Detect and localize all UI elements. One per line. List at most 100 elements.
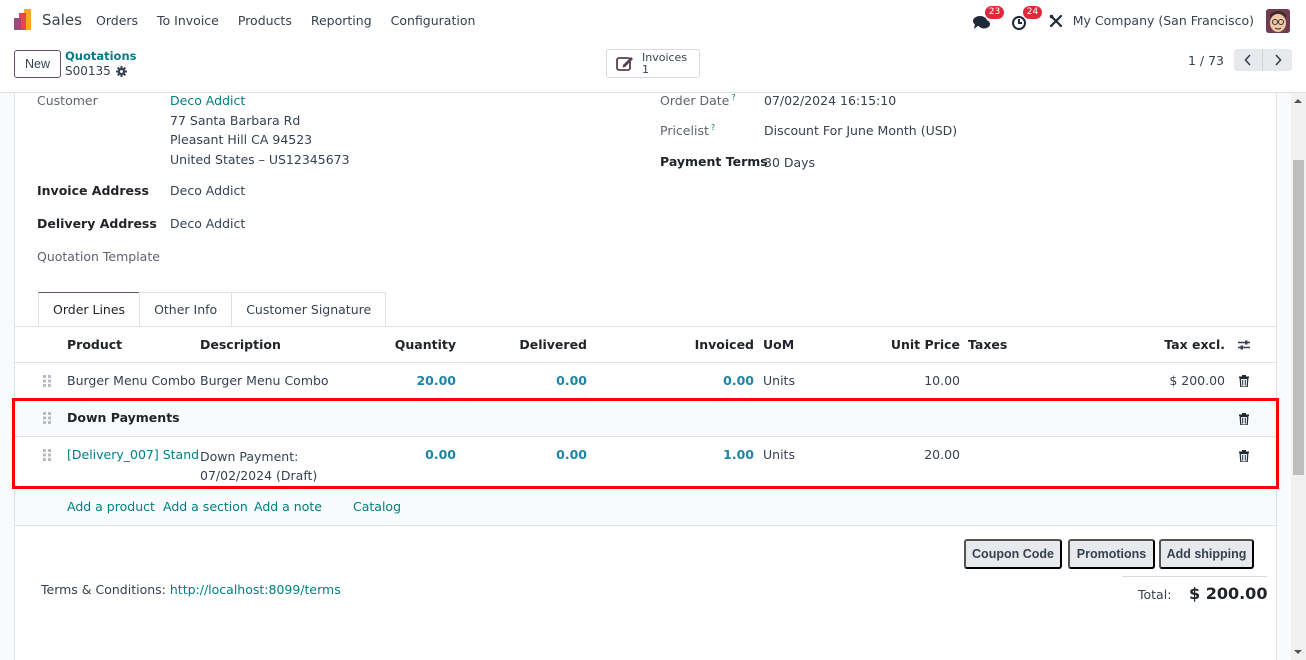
coupon-code-button[interactable]: Coupon Code	[964, 539, 1062, 569]
add-shipping-button[interactable]: Add shipping	[1159, 539, 1254, 569]
col-invoiced[interactable]: Invoiced	[654, 337, 754, 352]
user-avatar[interactable]	[1266, 8, 1290, 33]
smart-button-count: 1	[642, 62, 649, 76]
down-payment-row[interactable]: [Delivery_007] Standar Down Payment: 07/…	[15, 438, 1276, 490]
systray: 23 24 My Company (San Francisco)	[972, 0, 1306, 41]
delete-row-icon[interactable]	[1239, 375, 1249, 387]
gear-icon[interactable]	[115, 65, 127, 77]
sales-app-icon[interactable]	[13, 9, 33, 31]
cell-description[interactable]: Burger Menu Combo	[200, 373, 329, 388]
delete-row-icon[interactable]	[1239, 450, 1249, 462]
promotions-button[interactable]: Promotions	[1068, 539, 1155, 569]
drag-handle-icon[interactable]	[43, 375, 52, 387]
add-section-link[interactable]: Add a section	[163, 499, 248, 514]
scroll-down-icon[interactable]	[1294, 650, 1302, 654]
cell-quantity[interactable]: 20.00	[356, 373, 456, 388]
menu-configuration[interactable]: Configuration	[391, 13, 476, 28]
col-description[interactable]: Description	[200, 337, 281, 352]
cell-unit-price[interactable]: 10.00	[860, 373, 960, 388]
pricelist-label: Pricelist?	[660, 123, 716, 139]
invoice-address-label: Invoice Address	[37, 183, 149, 198]
order-date-field[interactable]: 07/02/2024 16:15:10	[764, 91, 896, 111]
menu-reporting[interactable]: Reporting	[311, 13, 372, 28]
app-name[interactable]: Sales	[42, 11, 82, 29]
col-product[interactable]: Product	[67, 337, 122, 352]
scrollbar[interactable]	[1291, 93, 1306, 660]
breadcrumb-quotations[interactable]: Quotations	[65, 49, 137, 63]
drag-handle-icon[interactable]	[43, 412, 52, 424]
terms-label: Terms & Conditions:	[41, 582, 166, 597]
pricelist-help-icon[interactable]: ?	[711, 123, 715, 132]
tab-customer-signature[interactable]: Customer Signature	[231, 292, 387, 326]
drag-handle-icon[interactable]	[43, 449, 52, 461]
add-line-row: Add a product Add a section Add a note C…	[15, 490, 1276, 526]
delivery-address-label: Delivery Address	[37, 216, 157, 231]
tools-icon[interactable]	[1049, 14, 1063, 28]
optional-columns-icon[interactable]	[1237, 339, 1251, 351]
invoices-smart-button[interactable]: Invoices 1	[606, 49, 700, 78]
cell-unit-price[interactable]: 20.00	[860, 447, 960, 462]
new-button[interactable]: New	[14, 50, 61, 78]
section-label[interactable]: Down Payments	[67, 410, 180, 425]
pricelist-field[interactable]: Discount For June Month (USD)	[764, 121, 957, 141]
tab-order-lines[interactable]: Order Lines	[38, 292, 141, 326]
company-switcher[interactable]: My Company (San Francisco)	[1073, 13, 1254, 28]
total-divider	[1122, 576, 1267, 577]
breadcrumb-current: S00135	[65, 64, 127, 78]
total-label: Total:	[1138, 587, 1172, 602]
main-menu: Orders To Invoice Products Reporting Con…	[96, 13, 494, 28]
quotation-template-field[interactable]	[170, 247, 470, 267]
form-sheet: Customer Deco Addict 77 Santa Barbara Rd…	[14, 93, 1277, 660]
order-date-help-icon[interactable]: ?	[731, 93, 735, 102]
payment-terms-field[interactable]: 30 Days	[764, 153, 815, 173]
terms-link[interactable]: http://localhost:8099/terms	[170, 582, 341, 597]
notebook-tabs: Order Lines Other Info Customer Signatur…	[38, 292, 387, 326]
customer-address-line-3: United States – US12345673	[170, 151, 350, 167]
col-delivered[interactable]: Delivered	[487, 337, 587, 352]
pager-previous-button[interactable]	[1234, 49, 1263, 71]
add-note-link[interactable]: Add a note	[254, 499, 322, 514]
control-panel: New Quotations S00135 Invoices 1 1 / 73	[0, 41, 1306, 93]
menu-products[interactable]: Products	[238, 13, 292, 28]
delivery-address-field[interactable]: Deco Addict	[170, 214, 245, 234]
quotation-template-label: Quotation Template	[37, 249, 160, 264]
tab-other-info[interactable]: Other Info	[139, 292, 233, 326]
payment-terms-label: Payment Terms	[660, 154, 768, 169]
cell-uom[interactable]: Units	[763, 447, 795, 462]
section-row[interactable]: Down Payments	[15, 401, 1276, 437]
cell-product[interactable]: Burger Menu Combo	[67, 373, 196, 388]
pager-next-button[interactable]	[1263, 49, 1292, 71]
table-row[interactable]: Burger Menu Combo Burger Menu Combo 20.0…	[15, 364, 1276, 400]
cell-product[interactable]: [Delivery_007] Standar	[67, 447, 198, 462]
total-value: $ 200.00	[1189, 584, 1268, 603]
messages-button[interactable]: 23	[972, 5, 1005, 31]
cell-delivered[interactable]: 0.00	[487, 373, 587, 388]
col-quantity[interactable]: Quantity	[356, 337, 456, 352]
messages-badge: 23	[984, 5, 1005, 19]
activities-button[interactable]: 24	[1011, 5, 1043, 31]
scroll-thumb[interactable]	[1293, 160, 1304, 475]
delete-section-icon[interactable]	[1239, 413, 1249, 425]
customer-field[interactable]: Deco Addict 77 Santa Barbara Rd Pleasant…	[170, 91, 350, 169]
menu-orders[interactable]: Orders	[96, 13, 138, 28]
customer-address-line-1: 77 Santa Barbara Rd	[170, 112, 301, 128]
pager-value[interactable]: 1 / 73	[1188, 53, 1224, 68]
add-product-link[interactable]: Add a product	[67, 499, 155, 514]
customer-name[interactable]: Deco Addict	[170, 91, 350, 111]
menu-to-invoice[interactable]: To Invoice	[157, 13, 219, 28]
catalog-link[interactable]: Catalog	[353, 499, 401, 514]
order-date-label: Order Date?	[660, 93, 736, 109]
cell-quantity[interactable]: 0.00	[356, 447, 456, 462]
col-tax-excl[interactable]: Tax excl.	[1125, 337, 1225, 352]
cell-subtotal: $ 200.00	[1169, 373, 1225, 388]
col-unit-price[interactable]: Unit Price	[860, 337, 960, 352]
col-taxes[interactable]: Taxes	[968, 337, 1007, 352]
cell-uom[interactable]: Units	[763, 373, 795, 388]
user-avatar-icon	[1266, 8, 1290, 33]
scroll-up-icon[interactable]	[1294, 99, 1302, 103]
col-uom[interactable]: UoM	[763, 337, 794, 352]
cell-description[interactable]: Down Payment: 07/02/2024 (Draft)	[200, 447, 317, 485]
invoice-address-field[interactable]: Deco Addict	[170, 181, 245, 201]
cell-delivered[interactable]: 0.00	[487, 447, 587, 462]
chevron-left-icon	[1244, 54, 1251, 66]
